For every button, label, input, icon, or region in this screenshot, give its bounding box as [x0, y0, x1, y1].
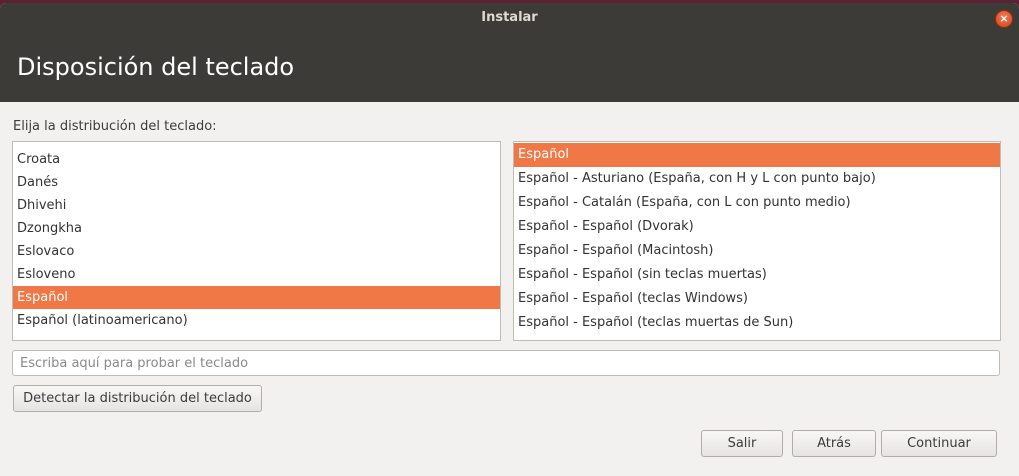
content-area: Elija la distribución del teclado: Croat… — [0, 102, 1019, 476]
variant-list-item[interactable]: Español - Español (teclas Windows) — [514, 287, 1000, 311]
variant-list-item[interactable]: Español - Español (Dvorak) — [514, 215, 1000, 239]
installer-window: Instalar × Disposición del teclado Elija… — [0, 3, 1019, 476]
layout-list-item[interactable]: Dzongkha — [13, 217, 500, 240]
variant-list-item[interactable]: Español - Español (Macintosh) — [514, 239, 1000, 263]
layout-list-item[interactable]: Danés — [13, 171, 500, 194]
layout-list-item[interactable]: Esloveno — [13, 263, 500, 286]
quit-button[interactable]: Salir — [701, 430, 783, 457]
variant-list-item[interactable]: Español - Catalán (España, con L con pun… — [514, 191, 1000, 215]
page-title: Disposición del teclado — [17, 53, 295, 81]
layout-prompt: Elija la distribución del teclado: — [13, 119, 217, 134]
layout-list-item-selected[interactable]: Español — [13, 286, 500, 309]
variant-list-item[interactable]: Español - Asturiano (España, con H y L c… — [514, 167, 1000, 191]
close-icon[interactable]: × — [995, 10, 1013, 28]
layout-list-item[interactable]: Español (latinoamericano) — [13, 309, 500, 332]
detect-layout-button[interactable]: Detectar la distribución del teclado — [13, 385, 262, 412]
back-button[interactable]: Atrás — [792, 430, 876, 457]
layout-list[interactable]: Croata Danés Dhivehi Dzongkha Eslovaco Eslove… — [12, 141, 501, 341]
titlebar: Instalar × — [0, 3, 1019, 35]
page-header: Disposición del teclado — [0, 35, 1019, 102]
variant-list-item[interactable]: Español - Español (teclas muertas de Sun… — [514, 311, 1000, 335]
continue-button[interactable]: Continuar — [881, 430, 997, 457]
variant-list-item[interactable]: Español - Español (sin teclas muertas) — [514, 263, 1000, 287]
layout-list-item[interactable]: Eslovaco — [13, 240, 500, 263]
variant-list[interactable]: Español Español - Asturiano (España, con … — [513, 141, 1001, 341]
variant-list-item-selected[interactable]: Español — [514, 143, 1000, 167]
keyboard-test-input[interactable] — [12, 350, 1000, 376]
window-title: Instalar — [481, 10, 538, 25]
layout-list-item[interactable]: Dhivehi — [13, 194, 500, 217]
layout-list-item[interactable]: Croata — [13, 148, 500, 171]
